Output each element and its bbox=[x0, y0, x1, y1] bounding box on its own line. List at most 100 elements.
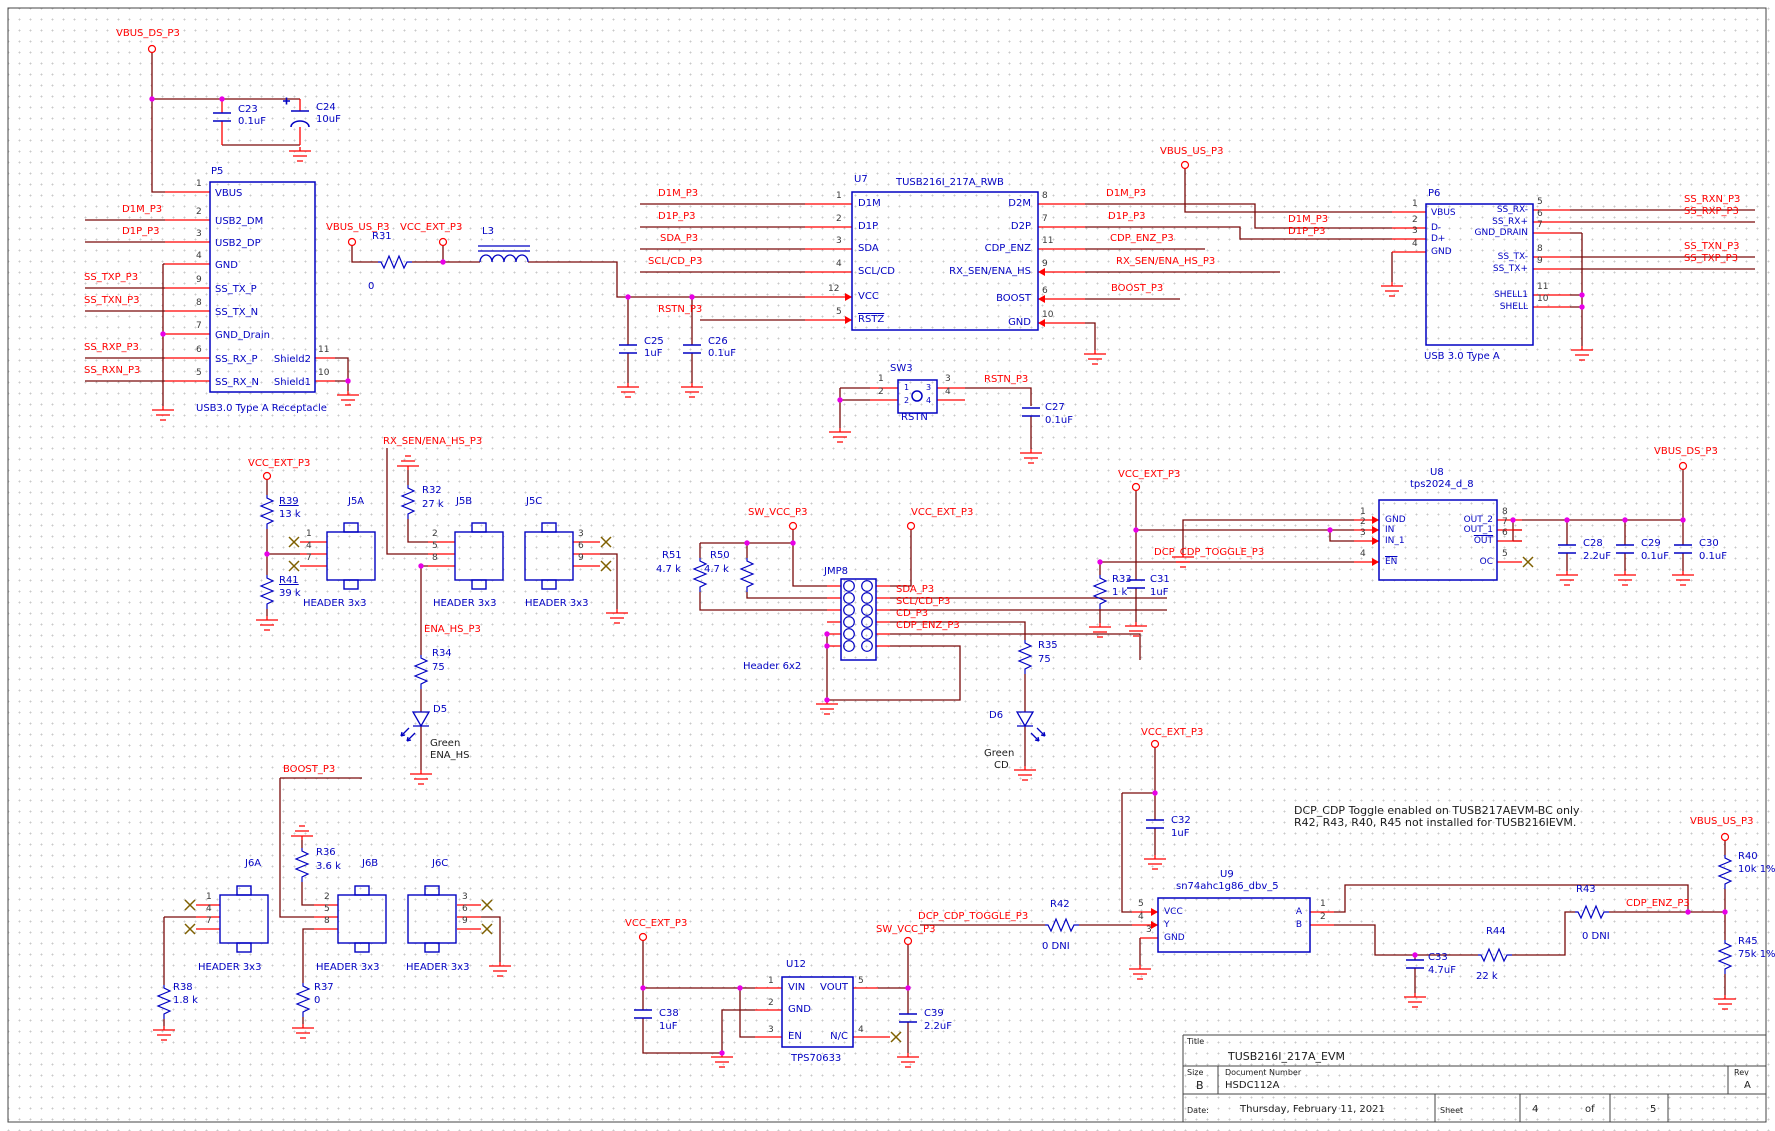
net-label-vcc-ext: VCC_EXT_P3 bbox=[1141, 727, 1203, 739]
j5c-symbol bbox=[525, 523, 573, 589]
pin-name: Shield1 bbox=[266, 377, 311, 389]
gnd-up bbox=[397, 456, 419, 470]
pin-name: SS_RX- bbox=[1428, 205, 1528, 215]
net-label-vcc-ext: VCC_EXT_P3 bbox=[1118, 469, 1180, 481]
pin-number: 9 bbox=[1537, 256, 1543, 266]
r31-symbol bbox=[378, 256, 412, 268]
pin-name: SCL/CD bbox=[858, 266, 895, 278]
net-label-d1m: D1M_P3 bbox=[1288, 214, 1328, 226]
gnd bbox=[1144, 855, 1166, 869]
gnd bbox=[337, 391, 359, 405]
net-label-ss-txn: SS_TXN_P3 bbox=[84, 295, 140, 307]
net-label-vbus-ds: VBUS_DS_P3 bbox=[116, 28, 180, 40]
net-label-rx-sen: RX_SEN/ENA_HS_P3 bbox=[383, 436, 482, 448]
res-ref-r51: R51 bbox=[662, 550, 682, 562]
res-ref-r31: R31 bbox=[372, 231, 392, 243]
res-val-r50: 4.7 k bbox=[704, 564, 729, 576]
net-label-vcc-ext: VCC_EXT_P3 bbox=[625, 918, 687, 930]
diode-ref-d5: D5 bbox=[433, 704, 447, 716]
pin-number: 4 bbox=[1412, 239, 1418, 249]
j5a-symbol bbox=[327, 523, 375, 589]
pin-number: 10 bbox=[1537, 294, 1548, 304]
pin-number: 1 bbox=[836, 191, 842, 201]
pin-number: 1 bbox=[768, 976, 774, 986]
net-label-ss-rxp: SS_RXP_P3 bbox=[84, 342, 139, 354]
power-node bbox=[640, 934, 647, 941]
sw3-inner-pin: 1 bbox=[904, 383, 909, 392]
part-ref-jmp8: JMP8 bbox=[824, 566, 848, 578]
pin-number: 4 bbox=[836, 259, 842, 269]
c27-symbol bbox=[1022, 408, 1040, 416]
part-ref-p6: P6 bbox=[1428, 188, 1440, 200]
pin-number: 3 bbox=[196, 229, 202, 239]
r42-symbol bbox=[1045, 919, 1079, 931]
diode-ref-d6: D6 bbox=[989, 710, 1003, 722]
pin-number: 6 bbox=[578, 541, 584, 551]
net-label-d1p: D1P_P3 bbox=[658, 211, 696, 223]
pin-name: D2P bbox=[913, 221, 1031, 233]
schematic-graphics bbox=[0, 0, 1775, 1131]
pin-number: 11 bbox=[318, 345, 329, 355]
cap-ref-c23: C23 bbox=[238, 104, 258, 116]
cap-ref-c39: C39 bbox=[924, 1008, 944, 1020]
titleblock-date: Thursday, February 11, 2021 bbox=[1240, 1104, 1385, 1116]
gnd bbox=[681, 383, 703, 397]
titleblock-doc-label: Document Number bbox=[1225, 1068, 1301, 1077]
pin-number: 9 bbox=[578, 553, 584, 563]
pin-number: 5 bbox=[324, 904, 330, 914]
part-ref-p5: P5 bbox=[211, 166, 223, 178]
net-label-cdp-enz: CDP_ENZ_P3 bbox=[1626, 898, 1690, 910]
diode-label-d6: CD bbox=[994, 760, 1009, 772]
gnd bbox=[897, 1053, 919, 1067]
net-label-d1m: D1M_P3 bbox=[1106, 188, 1146, 200]
pin-number: 7 bbox=[196, 321, 202, 331]
pin-number: 3 bbox=[836, 236, 842, 246]
pin-number: 7 bbox=[1502, 517, 1508, 527]
pin-name: BOOST bbox=[913, 293, 1031, 305]
pin-number: 3 bbox=[1412, 226, 1418, 236]
pin-name: GND_DRAIN bbox=[1428, 228, 1528, 238]
pin-name: USB2_DM bbox=[215, 216, 263, 228]
part-name-u12: TPS70633 bbox=[791, 1053, 841, 1065]
res-ref-r34: R34 bbox=[432, 648, 452, 660]
pin-number: 11 bbox=[1537, 282, 1548, 292]
pin-number: 4 bbox=[1138, 912, 1144, 922]
pin-number: 2 bbox=[324, 892, 330, 902]
power-node bbox=[1152, 741, 1159, 748]
cap-ref-c30: C30 bbox=[1699, 538, 1719, 550]
pin-name: Shield2 bbox=[266, 354, 311, 366]
gnd bbox=[1556, 571, 1578, 585]
res-val-r40: 10k 1% DNI bbox=[1738, 864, 1775, 876]
res-val-r34: 75 bbox=[432, 662, 445, 674]
cap-val-c32: 1uF bbox=[1171, 828, 1189, 840]
titleblock-sheet-label: Sheet bbox=[1440, 1106, 1463, 1115]
pin-number: 6 bbox=[462, 904, 468, 914]
jmp8-pins bbox=[844, 581, 873, 652]
net-label-d1m: D1M_P3 bbox=[658, 188, 698, 200]
pin-name: OC bbox=[1390, 557, 1493, 567]
pin-number: 4 bbox=[945, 387, 951, 397]
sw3-actuator bbox=[912, 391, 922, 401]
diode-color-d6: Green bbox=[984, 748, 1014, 760]
pin-number: 1 bbox=[1360, 507, 1366, 517]
net-label-vbus-ds: VBUS_DS_P3 bbox=[1654, 446, 1718, 458]
gnd bbox=[829, 428, 851, 442]
part-ref-j5b: J5B bbox=[456, 496, 472, 508]
gnd bbox=[256, 616, 278, 630]
res-ref-r35: R35 bbox=[1038, 640, 1058, 652]
net-label-cd: CD_P3 bbox=[896, 608, 928, 620]
res-val-r38: 1.8 k bbox=[173, 995, 198, 1007]
pin-name: SS_TX_N bbox=[215, 307, 258, 319]
cap-ref-c28: C28 bbox=[1583, 538, 1603, 550]
part-desc-p5: USB3.0 Type A Receptacle bbox=[196, 403, 327, 415]
d6-led-symbol bbox=[1017, 712, 1045, 741]
cap-ref-c31: C31 bbox=[1150, 574, 1170, 586]
net-label-rstn: RSTN_P3 bbox=[658, 304, 702, 316]
gnd bbox=[1089, 623, 1111, 637]
pin-name: GND bbox=[913, 317, 1031, 329]
power-node bbox=[790, 523, 797, 530]
gnd bbox=[1404, 993, 1426, 1007]
pin-number: 7 bbox=[206, 916, 212, 926]
r32-symbol bbox=[402, 485, 414, 519]
res-val-r36: 3.6 k bbox=[316, 861, 341, 873]
